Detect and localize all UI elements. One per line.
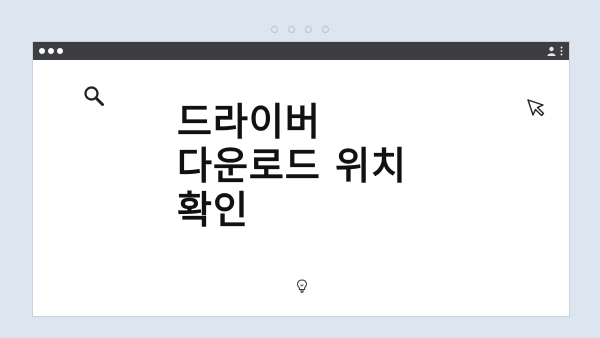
browser-window: 드라이버 다운로드 위치 확인	[32, 41, 570, 317]
page-dot	[305, 26, 312, 33]
window-titlebar	[33, 42, 569, 60]
user-icon[interactable]	[547, 46, 556, 56]
cursor-arrow-icon	[526, 98, 546, 122]
page-title: 드라이버 다운로드 위치 확인	[177, 100, 477, 232]
title-line: 확인	[177, 188, 249, 232]
window-close-dot[interactable]	[39, 48, 45, 54]
page-dot	[288, 26, 295, 33]
lightbulb-icon	[296, 278, 308, 297]
titlebar-actions	[547, 45, 563, 57]
title-line: 다운로드 위치	[177, 144, 407, 188]
screen: 드라이버 다운로드 위치 확인	[0, 0, 600, 338]
page-dot	[271, 26, 278, 33]
window-minimize-dot[interactable]	[48, 48, 54, 54]
search-icon	[83, 85, 105, 111]
title-line: 드라이버	[177, 100, 321, 144]
window-maximize-dot[interactable]	[57, 48, 63, 54]
kebab-menu-icon[interactable]	[560, 46, 563, 56]
pagination-dots	[0, 26, 600, 33]
page-dot	[322, 26, 329, 33]
